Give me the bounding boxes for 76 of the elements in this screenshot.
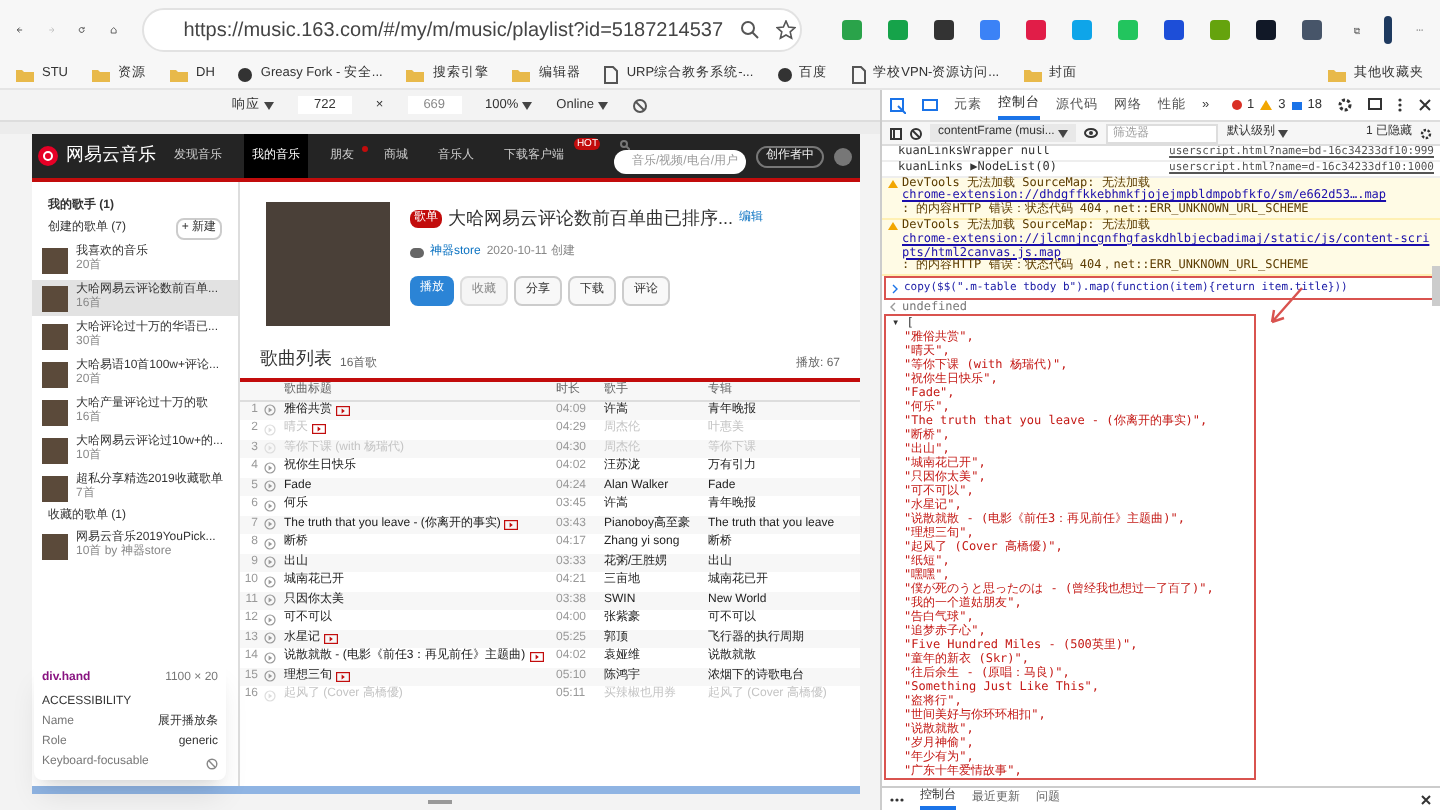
folder-icon: [406, 67, 425, 81]
play-icon[interactable]: [264, 537, 276, 550]
folder-icon: [92, 67, 110, 81]
cover-placeholder: [42, 437, 68, 463]
error-icon: [1231, 100, 1242, 110]
folder-icon: [16, 67, 34, 81]
device-icon[interactable]: [922, 97, 938, 113]
avatar[interactable]: [834, 147, 852, 165]
message-icon: [1291, 101, 1302, 109]
search-icon: [620, 139, 630, 149]
eye-icon[interactable]: [1084, 128, 1099, 138]
clear-console-icon[interactable]: [910, 127, 922, 139]
cover-placeholder: [42, 475, 68, 501]
photo-placeholder: [266, 202, 390, 326]
play-icon[interactable]: [264, 594, 276, 607]
play-icon[interactable]: [264, 461, 276, 474]
folder-icon: [170, 67, 188, 81]
play-icon[interactable]: [264, 518, 276, 531]
caret-icon: [522, 101, 533, 109]
logo-icon[interactable]: [38, 146, 58, 166]
play-icon[interactable]: [264, 556, 276, 569]
play-icon[interactable]: [264, 613, 276, 626]
play-icon[interactable]: [264, 575, 276, 588]
folder-icon: [512, 67, 531, 81]
play-icon[interactable]: [264, 480, 276, 493]
site-icon: [777, 67, 792, 81]
not-allowed-icon: [206, 757, 218, 769]
settings-icon[interactable]: [1420, 127, 1432, 139]
cover-placeholder: [42, 533, 68, 559]
close-icon[interactable]: [1418, 98, 1432, 112]
caret-icon: [264, 101, 275, 109]
video-icon[interactable]: [336, 405, 350, 416]
star-icon[interactable]: [775, 20, 796, 40]
video-icon[interactable]: [336, 671, 350, 682]
zoom-icon[interactable]: [739, 20, 760, 40]
return-icon: [890, 302, 896, 313]
folder-icon: [1328, 67, 1346, 81]
play-icon[interactable]: [264, 499, 276, 512]
play-icon[interactable]: [264, 632, 276, 645]
cover-placeholder: [42, 399, 68, 425]
site-icon: [238, 67, 253, 81]
extension-icon[interactable]: [1163, 20, 1184, 40]
extension-icon[interactable]: [933, 20, 954, 40]
extension-icon[interactable]: [1255, 20, 1276, 40]
video-icon[interactable]: [324, 633, 338, 644]
page-icon: [604, 65, 619, 83]
cover-placeholder: [42, 361, 68, 387]
play-icon[interactable]: [264, 404, 276, 417]
playlist-title: 大哈网易云评论数前百单曲已排序...: [448, 206, 734, 232]
section-title: 歌曲列表: [260, 346, 332, 372]
prompt-icon: [892, 283, 898, 294]
address-bar[interactable]: https://music.163.com/#/my/m/music/playlist?id=5187214537: [141, 8, 802, 52]
cover-placeholder: [42, 285, 68, 311]
caret-icon: [597, 101, 608, 109]
warning-icon: [888, 179, 898, 188]
sidebar-toggle-icon[interactable]: [890, 127, 902, 139]
video-icon[interactable]: [504, 519, 519, 530]
page-icon: [851, 65, 866, 83]
warning-icon: [1260, 100, 1273, 110]
logo-text[interactable]: 网易云音乐: [66, 142, 156, 170]
feedback-icon[interactable]: [1368, 98, 1382, 112]
cover-placeholder: [42, 323, 68, 349]
close-icon[interactable]: [1420, 793, 1432, 805]
video-icon[interactable]: [529, 652, 544, 663]
caret-icon: [1278, 129, 1289, 137]
resize-handle[interactable]: [428, 800, 452, 804]
play-icon[interactable]: [264, 651, 276, 664]
play-icon[interactable]: [264, 670, 276, 683]
avatar: [410, 247, 424, 257]
cover-placeholder: [42, 247, 68, 273]
folder-icon: [1023, 67, 1042, 81]
caret-icon: [1058, 129, 1069, 137]
rotate-icon[interactable]: [631, 97, 648, 113]
extension-icon[interactable]: [1301, 20, 1322, 40]
inspect-icon[interactable]: [890, 97, 906, 113]
settings-icon[interactable]: [1338, 98, 1352, 112]
